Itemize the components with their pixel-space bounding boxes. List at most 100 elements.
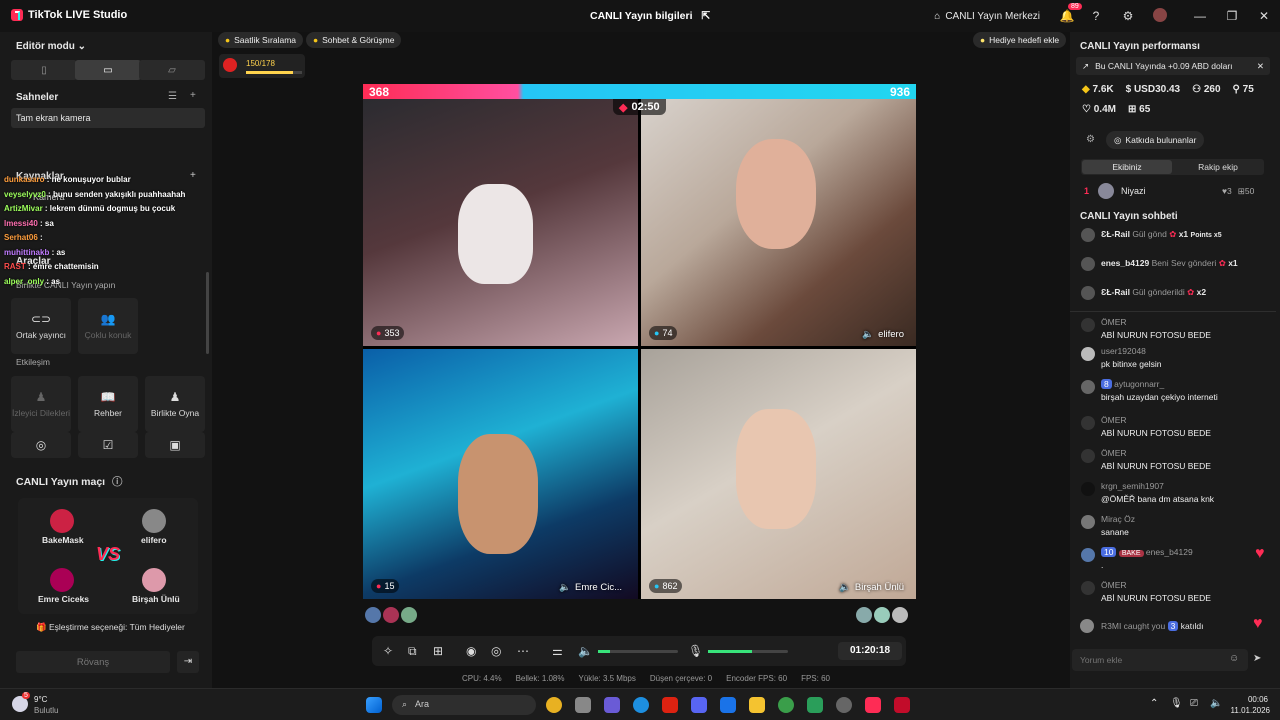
tiktok-studio-icon[interactable] bbox=[865, 697, 881, 713]
tile-score-badge: ● 74 bbox=[649, 326, 678, 340]
video-tile-4[interactable]: ● 862 🔈 Birşah Ünlü bbox=[641, 349, 916, 599]
cohost-tile[interactable]: ⊂⊃ Ortak yayıncı bbox=[11, 298, 71, 354]
mail-icon[interactable] bbox=[720, 697, 736, 713]
viewer-avatar[interactable] bbox=[856, 607, 872, 623]
pairing-option[interactable]: 🎁 Eşleştirme seçeneği: Tüm Hediyeler bbox=[36, 622, 185, 633]
hourly-ranking-chip[interactable]: ● Saatlik Sıralama bbox=[218, 32, 304, 48]
chat-call-chip[interactable]: ● Sohbet & Görüşme bbox=[306, 32, 402, 48]
exit-match-icon[interactable]: ⇥ bbox=[177, 651, 199, 673]
more-tool-1[interactable]: ◎ bbox=[11, 432, 71, 458]
gift-extra: Points x5 bbox=[1190, 232, 1222, 239]
tab-your-team[interactable]: Ekibiniz bbox=[1082, 160, 1172, 174]
user-settings-icon[interactable]: ⚙ bbox=[1086, 134, 1095, 145]
gift-icon: 🎁 bbox=[36, 622, 47, 632]
microphone-tray-icon[interactable]: 🎙 bbox=[1170, 698, 1183, 709]
metrics-row-2: ♡ 0.4M ⊞ 65 bbox=[1082, 104, 1150, 115]
minimize-icon[interactable]: — bbox=[1184, 9, 1216, 23]
send-icon[interactable]: ➤ bbox=[1253, 653, 1261, 664]
heart-reaction-icon: ♥ bbox=[1253, 615, 1263, 632]
layout-icon[interactable]: ⊞ bbox=[433, 644, 443, 658]
clock-time: 00:06 bbox=[1247, 695, 1268, 704]
settings-gear-icon[interactable]: ⚙ bbox=[1112, 9, 1144, 23]
gift-sender-avatar bbox=[1081, 228, 1095, 242]
more-icon[interactable]: ⋯ bbox=[517, 644, 529, 658]
comment-field[interactable] bbox=[1080, 653, 1220, 667]
app-icon[interactable] bbox=[575, 697, 591, 713]
layout-portrait-button[interactable]: ▯ bbox=[11, 60, 77, 80]
add-scene-icon[interactable]: + bbox=[190, 90, 196, 101]
tab-rival-team[interactable]: Rakip ekip bbox=[1173, 160, 1263, 174]
volume-icon[interactable]: 🔈 bbox=[578, 644, 593, 658]
windows-start-icon[interactable] bbox=[366, 697, 382, 713]
volume-slider[interactable] bbox=[598, 650, 678, 653]
magic-wand-icon[interactable]: ✧ bbox=[383, 644, 393, 658]
chat-message: Miraç Öz sanane bbox=[1101, 514, 1135, 537]
chat-user: ÖMER bbox=[1101, 317, 1127, 327]
comment-input[interactable]: ☺ bbox=[1072, 649, 1248, 671]
app-green-icon[interactable] bbox=[807, 697, 823, 713]
contributors-button[interactable]: ◎ Katkıda bulunanlar bbox=[1106, 131, 1205, 149]
layout-other-button[interactable]: ▱ bbox=[139, 60, 205, 80]
record-icon[interactable]: ◉ bbox=[466, 644, 476, 658]
heart-reaction-icon: ♥ bbox=[1255, 545, 1265, 562]
scene-item[interactable]: Tam ekran kamera bbox=[11, 108, 205, 128]
teams-icon[interactable] bbox=[604, 697, 620, 713]
close-banner-icon[interactable]: ✕ bbox=[1257, 61, 1264, 71]
team-badge: BAKE bbox=[1118, 550, 1144, 557]
more-tool-3[interactable]: ▣ bbox=[145, 432, 205, 458]
play-together-tile[interactable]: ♟ Birlikte Oyna bbox=[145, 376, 205, 432]
gift-message: ƐŁ-Rail Gül gönderildi ✿ x2 bbox=[1101, 287, 1206, 298]
emoji-icon[interactable]: ☺ bbox=[1229, 653, 1239, 664]
steam-icon[interactable] bbox=[836, 697, 852, 713]
viewer-avatar[interactable] bbox=[401, 607, 417, 623]
chevron-up-icon[interactable]: ⌃ bbox=[1150, 698, 1158, 709]
viewer-avatar[interactable] bbox=[365, 607, 381, 623]
video-tile-1[interactable]: ● 353 bbox=[363, 99, 638, 346]
viewer-avatar[interactable] bbox=[892, 607, 908, 623]
chrome-icon[interactable] bbox=[546, 697, 562, 713]
live-center-button[interactable]: ⌂ CANLI Yayın Merkezi bbox=[934, 11, 1040, 22]
lightbulb-icon: ● bbox=[980, 35, 986, 45]
gift-goal-widget[interactable]: 150/178 bbox=[219, 54, 305, 78]
list-icon[interactable]: ☰ bbox=[168, 91, 177, 102]
gift-goal-chip[interactable]: ● Hediye hedefi ekle bbox=[973, 32, 1067, 48]
multiguest-tile[interactable]: 👥 Çoklu konuk bbox=[78, 298, 138, 354]
chrome-alt-icon[interactable] bbox=[778, 697, 794, 713]
add-source-icon[interactable]: + bbox=[190, 170, 196, 181]
network-icon[interactable]: ⎚ bbox=[1190, 698, 1198, 709]
live-info-link[interactable]: CANLI Yayın bilgileri ⇱ bbox=[590, 10, 710, 22]
viewer-avatar[interactable] bbox=[383, 607, 399, 623]
notification-bell-icon[interactable]: 🔔 89 bbox=[1054, 3, 1082, 23]
performance-title: CANLI Yayın performansı bbox=[1080, 41, 1200, 52]
profile-avatar[interactable] bbox=[1144, 7, 1176, 25]
speaker-tray-icon[interactable]: 🔈 bbox=[1210, 698, 1222, 709]
video-tile-2[interactable]: ● 74 🔈 elifero bbox=[641, 99, 916, 346]
chat-message: 8 aytugonnarr_ birşah uzaydan çekiyo inte… bbox=[1101, 379, 1218, 402]
mic-slider[interactable] bbox=[708, 650, 788, 653]
search-box[interactable]: ⌕ Ara bbox=[392, 695, 536, 715]
folder-icon[interactable] bbox=[749, 697, 765, 713]
viewer-avatar[interactable] bbox=[874, 607, 890, 623]
guide-tile[interactable]: 📖 Rehber bbox=[78, 376, 138, 432]
left-scrollbar[interactable] bbox=[206, 272, 209, 354]
maximize-icon[interactable]: ❐ bbox=[1216, 9, 1248, 23]
editor-mode-dropdown[interactable]: Editör modu ⌄ bbox=[16, 41, 86, 52]
help-circle-icon[interactable]: ⓘ bbox=[112, 476, 123, 488]
discord-icon[interactable] bbox=[691, 697, 707, 713]
edge-icon[interactable] bbox=[633, 697, 649, 713]
screen-icon[interactable]: ⧉ bbox=[408, 644, 417, 659]
overlay-chat-line: Serhat06 : bbox=[4, 233, 43, 242]
layout-landscape-button[interactable]: ▭ bbox=[75, 60, 141, 80]
more-tool-2[interactable]: ☑ bbox=[78, 432, 138, 458]
video-tile-3[interactable]: ● 15 🔈 Emre Cic... bbox=[363, 349, 638, 599]
equalizer-icon[interactable]: ⚌ bbox=[552, 644, 563, 658]
microphone-icon[interactable]: 🎙 bbox=[688, 644, 703, 658]
help-icon[interactable]: ? bbox=[1080, 9, 1112, 23]
target-icon[interactable]: ◎ bbox=[491, 644, 501, 658]
opera-icon[interactable] bbox=[662, 697, 678, 713]
chat-message: 10 BAKE enes_b4129. bbox=[1101, 547, 1193, 570]
rematch-button[interactable]: Rövanş bbox=[16, 651, 170, 673]
media-player-icon[interactable] bbox=[894, 697, 910, 713]
viewer-wishes-tile[interactable]: ♟ İzleyici Dilekleri bbox=[11, 376, 71, 432]
close-icon[interactable]: ✕ bbox=[1248, 9, 1280, 23]
